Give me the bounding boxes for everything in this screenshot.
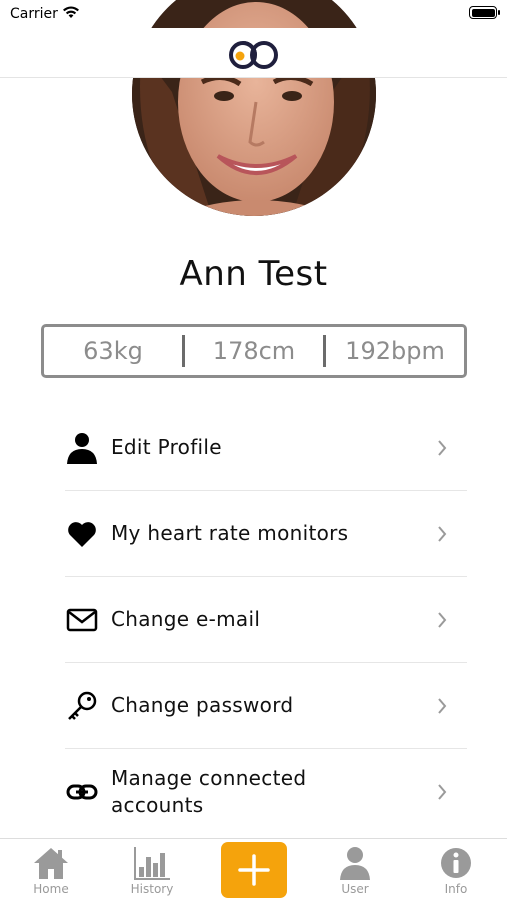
tab-label: Info — [444, 882, 468, 896]
linked-circles-logo-icon — [229, 41, 278, 69]
nav-header — [0, 28, 507, 78]
weight-stat: 63kg — [83, 337, 143, 365]
menu-item-change-email[interactable]: Change e-mail — [65, 577, 467, 663]
key-icon — [65, 689, 99, 723]
tab-label: History — [130, 882, 174, 896]
profile-name: Ann Test — [179, 254, 328, 294]
menu-item-heart-rate-monitors[interactable]: My heart rate monitors — [65, 491, 467, 577]
stats-box: 63kg 178cm 192bpm — [41, 324, 467, 378]
chevron-right-icon — [438, 697, 447, 714]
heart-icon — [65, 517, 99, 551]
chevron-right-icon — [438, 611, 447, 628]
plus-icon — [238, 854, 270, 886]
tab-history[interactable]: History — [112, 839, 192, 900]
menu-item-label: My heart rate monitors — [111, 521, 349, 545]
menu-item-label: Manage connected accounts — [111, 766, 307, 817]
user-icon — [65, 431, 99, 465]
add-button[interactable] — [221, 842, 287, 898]
chevron-right-icon — [438, 439, 447, 456]
tab-info[interactable]: Info — [416, 839, 496, 900]
user-icon — [340, 847, 370, 880]
chevron-right-icon — [438, 525, 447, 542]
menu-item-edit-profile[interactable]: Edit Profile — [65, 405, 467, 491]
menu-item-change-password[interactable]: Change password — [65, 663, 467, 749]
info-icon — [441, 848, 471, 878]
menu-item-label: Change password — [111, 693, 294, 717]
bar-chart-icon — [134, 847, 170, 880]
envelope-icon — [65, 603, 99, 637]
height-stat: 178cm — [212, 337, 296, 365]
home-icon — [34, 848, 68, 879]
tab-user[interactable]: User — [315, 839, 395, 900]
tab-label: User — [341, 882, 369, 896]
menu-item-label: Edit Profile — [111, 435, 222, 459]
menu-item-connected-accounts[interactable]: Manage connected accounts — [65, 749, 467, 835]
settings-menu: Edit Profile My heart rate monitors Chan… — [65, 405, 467, 835]
tab-bar: Home History User Info — [0, 838, 507, 900]
heart-rate-stat: 192bpm — [345, 337, 445, 365]
tab-home[interactable]: Home — [11, 839, 91, 900]
link-icon — [65, 775, 99, 809]
menu-item-label: Change e-mail — [111, 607, 261, 631]
tab-label: Home — [33, 882, 69, 896]
chevron-right-icon — [438, 784, 447, 800]
